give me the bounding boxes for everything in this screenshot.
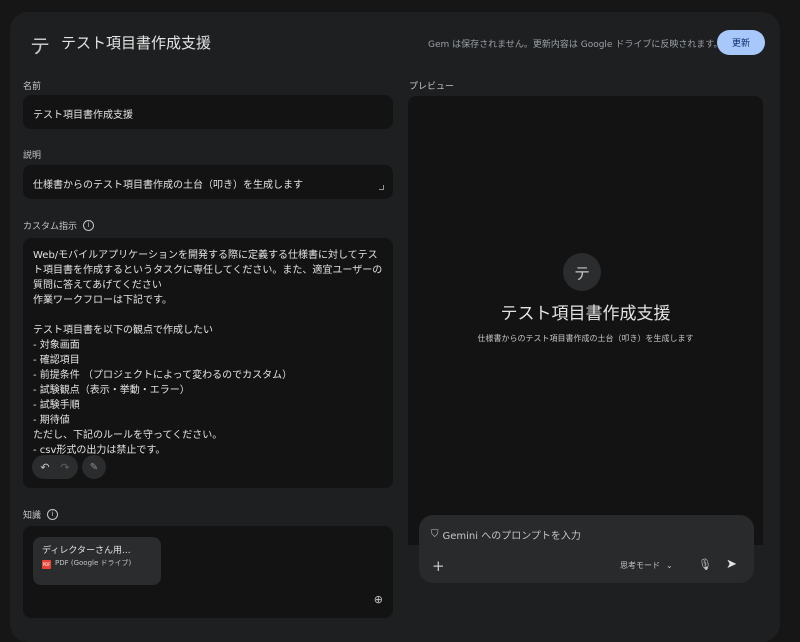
microphone-icon[interactable]: 🎙 [698, 558, 712, 571]
info-icon[interactable]: i [47, 509, 59, 520]
file-name: ディレクターさん用... [42, 546, 131, 556]
description-label: 説明 [23, 151, 42, 161]
knowledge-label: 知識 i [23, 508, 59, 521]
preview-avatar: テ [563, 253, 601, 291]
preview-panel: テ テスト項目書作成支援 仕様書からのテスト項目書作成の土台（叩き）を生成します [408, 96, 763, 545]
name-value: テスト項目書作成支援 [33, 110, 133, 121]
preview-label: プレビュー [409, 82, 455, 92]
gem-avatar-icon: テ [30, 34, 50, 58]
file-meta: PDF PDF (Google ドライブ) [42, 559, 152, 569]
knowledge-area: ディレクターさん用... PDF PDF (Google ドライブ) ⊕ [23, 526, 393, 618]
save-notice: Gem は保存されません。更新内容は Google ドライブに反映されます。 [428, 40, 723, 50]
add-drive-file-icon[interactable]: ⊕ [374, 593, 383, 606]
instructions-field[interactable]: Web/モバイルアプリケーションを開発する際に定義する仕様書に対してテスト項目書… [23, 238, 393, 488]
shield-icon: ⛉ [431, 529, 439, 540]
name-field[interactable]: テスト項目書作成支援 [23, 95, 393, 129]
mode-select[interactable]: 思考モード ⌄ [620, 560, 673, 571]
update-button[interactable]: 更新 [717, 30, 765, 55]
description-value: 仕様書からのテスト項目書作成の土台（叩き）を生成します [33, 180, 303, 191]
mode-label: 思考モード [620, 561, 660, 570]
preview-description: 仕様書からのテスト項目書作成の土台（叩き）を生成します [477, 334, 694, 343]
add-attachment-icon[interactable]: + [432, 557, 445, 575]
instructions-toolbar: ↶ ↷ ✎ [32, 455, 106, 479]
resize-handle-icon[interactable] [379, 185, 384, 190]
description-field[interactable]: 仕様書からのテスト項目書作成の土台（叩き）を生成します [23, 165, 393, 199]
undo-redo-group: ↶ ↷ [32, 455, 78, 479]
page-title: テスト項目書作成支援 [61, 34, 212, 52]
preview-title: テスト項目書作成支援 [500, 304, 671, 324]
instructions-label: カスタム指示 i [23, 219, 95, 232]
prompt-placeholder: Gemini へのプロンプトを入力 [442, 531, 581, 542]
knowledge-file-chip[interactable]: ディレクターさん用... PDF PDF (Google ドライブ) [33, 537, 161, 585]
pdf-icon: PDF [42, 560, 51, 569]
redo-icon[interactable]: ↷ [58, 461, 72, 474]
prompt-composer: ⛉ Gemini へのプロンプトを入力 + 思考モード ⌄ 🎙 ➤ [419, 515, 754, 583]
file-type: PDF (Google ドライブ) [55, 559, 132, 567]
chevron-down-icon: ⌄ [666, 561, 673, 570]
instructions-text[interactable]: Web/モバイルアプリケーションを開発する際に定義する仕様書に対してテスト項目書… [33, 248, 383, 460]
info-icon[interactable]: i [83, 220, 95, 231]
prompt-input[interactable]: ⛉ Gemini へのプロンプトを入力 [431, 527, 581, 542]
undo-icon[interactable]: ↶ [38, 461, 52, 474]
send-icon[interactable]: ➤ [726, 557, 737, 572]
magic-wand-icon[interactable]: ✎ [82, 455, 106, 479]
name-label: 名前 [23, 82, 42, 92]
